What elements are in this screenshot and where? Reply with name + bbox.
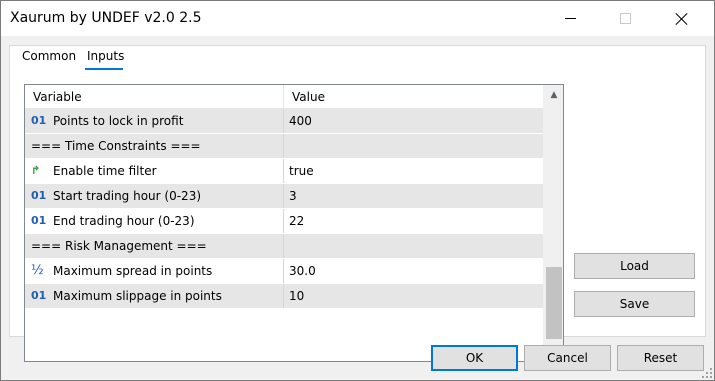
column-header-value[interactable]: Value (284, 85, 543, 109)
table-row[interactable]: === Risk Management === (25, 234, 543, 259)
int-icon: 01 (31, 189, 47, 202)
scrollbar-thumb[interactable] (546, 267, 562, 339)
window-title: Xaurum by UNDEF v2.0 2.5 (10, 10, 202, 26)
value-cell[interactable]: 10 (284, 284, 543, 308)
load-button[interactable]: Load (574, 253, 695, 279)
bool-arrow-icon: ↱ (31, 164, 41, 177)
scroll-up-arrow-icon[interactable]: ▲ (544, 86, 563, 104)
table-row[interactable]: 01 Start trading hour (0-23) 3 (25, 184, 543, 209)
table-row[interactable]: 01 Maximum slippage in points 10 (25, 284, 543, 309)
active-tab-indicator (85, 68, 123, 70)
variable-cell: === Time Constraints === (25, 134, 284, 158)
maximize-icon (619, 13, 631, 24)
tab-inputs[interactable]: Inputs (85, 49, 126, 63)
variable-cell: ½ Maximum spread in points (25, 259, 284, 283)
int-icon: 01 (31, 114, 47, 127)
value-cell[interactable]: true (284, 159, 543, 183)
cancel-button[interactable]: Cancel (524, 345, 611, 371)
vertical-scrollbar[interactable]: ▲ ▼ (543, 85, 563, 361)
maximize-button[interactable] (602, 1, 648, 36)
close-button[interactable] (659, 1, 705, 36)
value-cell[interactable]: 22 (284, 209, 543, 233)
variable-cell: === Risk Management === (25, 234, 284, 258)
section-header: === Time Constraints === (31, 139, 201, 153)
fraction-icon: ½ (31, 263, 44, 278)
close-icon (675, 12, 689, 26)
table-body: 01 Points to lock in profit 400 === Time … (25, 109, 543, 309)
variable-cell: 01 Start trading hour (0-23) (25, 184, 284, 208)
variable-name: Maximum slippage in points (53, 289, 222, 303)
variable-name: Enable time filter (53, 164, 157, 178)
minimize-icon (564, 18, 576, 19)
variable-cell: ↱ Enable time filter (25, 159, 284, 183)
value-cell[interactable]: 30.0 (284, 259, 543, 283)
variable-name: Start trading hour (0-23) (53, 189, 202, 203)
int-icon: 01 (31, 214, 47, 227)
inputs-table: Variable Value 01 Points to lock in profi… (24, 84, 564, 362)
table-row[interactable]: ↱ Enable time filter true (25, 159, 543, 184)
reset-button[interactable]: Reset (617, 345, 704, 371)
section-header: === Risk Management === (31, 239, 207, 253)
variable-cell: 01 Maximum slippage in points (25, 284, 284, 308)
variable-cell: 01 Points to lock in profit (25, 109, 284, 133)
minimize-button[interactable] (547, 1, 593, 36)
value-cell[interactable]: 3 (284, 184, 543, 208)
table-row[interactable]: ½ Maximum spread in points 30.0 (25, 259, 543, 284)
resize-grip-icon[interactable] (702, 368, 712, 378)
table-row[interactable]: === Time Constraints === (25, 134, 543, 159)
title-bar: Xaurum by UNDEF v2.0 2.5 (1, 1, 714, 36)
value-cell[interactable] (284, 134, 543, 158)
dialog-window: Xaurum by UNDEF v2.0 2.5 Common Inputs V… (0, 0, 715, 381)
value-cell[interactable] (284, 234, 543, 258)
ok-button[interactable]: OK (431, 345, 518, 371)
variable-cell: 01 End trading hour (0-23) (25, 209, 284, 233)
table-header: Variable Value (25, 85, 543, 109)
variable-name: Points to lock in profit (53, 114, 184, 128)
variable-name: End trading hour (0-23) (53, 214, 195, 228)
tab-common[interactable]: Common (20, 49, 78, 63)
value-cell[interactable]: 400 (284, 109, 543, 133)
table-row[interactable]: 01 Points to lock in profit 400 (25, 109, 543, 134)
table-row[interactable]: 01 End trading hour (0-23) 22 (25, 209, 543, 234)
variable-name: Maximum spread in points (53, 264, 213, 278)
save-button[interactable]: Save (574, 291, 695, 317)
int-icon: 01 (31, 289, 47, 302)
column-header-variable[interactable]: Variable (25, 85, 284, 109)
